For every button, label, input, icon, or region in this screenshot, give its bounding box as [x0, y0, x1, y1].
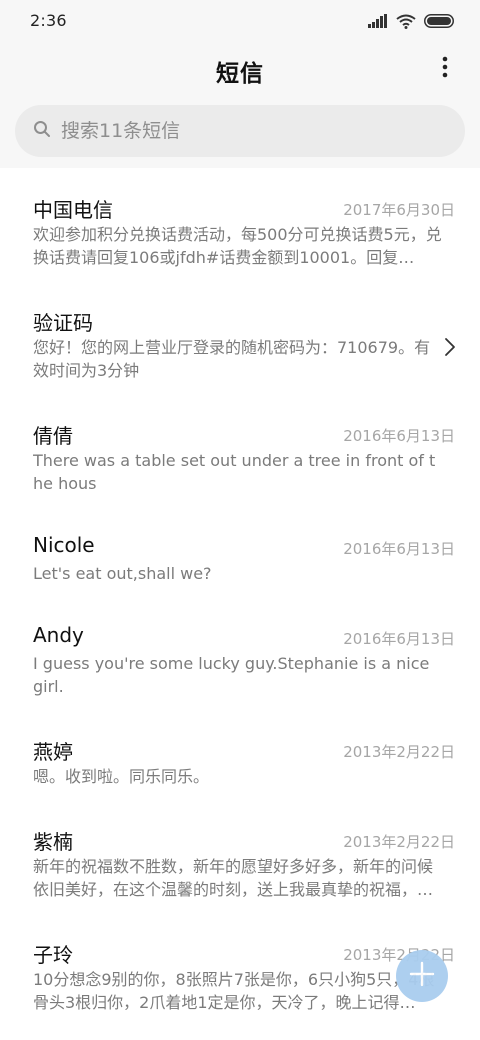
status-bar: 2:36: [0, 0, 480, 42]
message-date: 2016年6月13日: [343, 630, 455, 648]
list-item[interactable]: Andy 2016年6月13日 I guess you're some luck…: [0, 609, 480, 722]
sms-screen: 2:36 短信 搜索11条短信 中国电信 2017年6月30日 欢迎参加积分兑换…: [0, 0, 480, 1040]
status-icons: [368, 12, 454, 30]
new-message-button[interactable]: [396, 950, 448, 1002]
sender-name: 中国电信: [33, 198, 113, 222]
message-list: 中国电信 2017年6月30日 欢迎参加积分兑换话费活动，每500分可兑换话费5…: [0, 180, 480, 1025]
message-date: 2013年2月22日: [343, 833, 455, 851]
sender-name: 燕婷: [33, 740, 73, 764]
sender-name: 倩倩: [33, 424, 73, 448]
message-date: 2017年6月30日: [343, 201, 455, 219]
more-options-button[interactable]: [430, 52, 460, 86]
list-item[interactable]: Nicole 2016年6月13日 Let's eat out,shall we…: [0, 519, 480, 609]
app-header: 短信: [0, 42, 480, 100]
message-preview: 欢迎参加积分兑换话费活动，每500分可兑换话费5元，兑换话费请回复106或jfd…: [33, 225, 442, 267]
page-title: 短信: [216, 61, 264, 87]
search-input[interactable]: [61, 120, 421, 142]
message-preview: 新年的祝福数不胜数，新年的愿望好多好多，新年的问候依旧美好，在这个温馨的时刻，送…: [33, 857, 434, 899]
sender-name: Andy: [33, 623, 84, 647]
signal-icon: [368, 14, 388, 28]
chevron-right-icon: [444, 337, 456, 361]
more-vertical-icon: [442, 56, 448, 82]
sender-name: Nicole: [33, 533, 95, 557]
message-date: 2013年2月22日: [343, 743, 455, 761]
list-item[interactable]: 验证码 您好！您的网上营业厅登录的随机密码为：710679。有效时间为3分钟: [0, 293, 480, 406]
message-date: 2016年6月13日: [343, 427, 455, 445]
battery-icon: [424, 14, 454, 28]
list-item[interactable]: 燕婷 2013年2月22日 嗯。收到啦。同乐同乐。: [0, 722, 480, 812]
message-preview: 您好！您的网上营业厅登录的随机密码为：710679。有效时间为3分钟: [33, 338, 431, 380]
search-box[interactable]: [15, 105, 465, 157]
list-item[interactable]: 倩倩 2016年6月13日 There was a table set out …: [0, 406, 480, 519]
message-date: 2016年6月13日: [343, 540, 455, 558]
message-preview: Let's eat out,shall we?: [33, 564, 212, 583]
status-time: 2:36: [30, 11, 67, 30]
sender-name: 验证码: [33, 311, 93, 335]
message-preview: There was a table set out under a tree i…: [33, 451, 436, 493]
message-preview: 10分想念9别的你，8张照片7张是你，6只小狗5只，4根骨头3根归你，2爪着地1…: [33, 970, 435, 1012]
search-area: [0, 100, 480, 168]
message-preview: I guess you're some lucky guy.Stephanie …: [33, 654, 430, 696]
plus-icon: [409, 961, 435, 991]
search-icon: [33, 120, 61, 142]
wifi-icon: [396, 14, 416, 29]
sender-name: 紫楠: [33, 830, 73, 854]
sender-name: 子玲: [33, 943, 73, 967]
message-preview: 嗯。收到啦。同乐同乐。: [33, 767, 210, 786]
list-item[interactable]: 紫楠 2013年2月22日 新年的祝福数不胜数，新年的愿望好多好多，新年的问候依…: [0, 812, 480, 925]
list-item[interactable]: 中国电信 2017年6月30日 欢迎参加积分兑换话费活动，每500分可兑换话费5…: [0, 180, 480, 293]
